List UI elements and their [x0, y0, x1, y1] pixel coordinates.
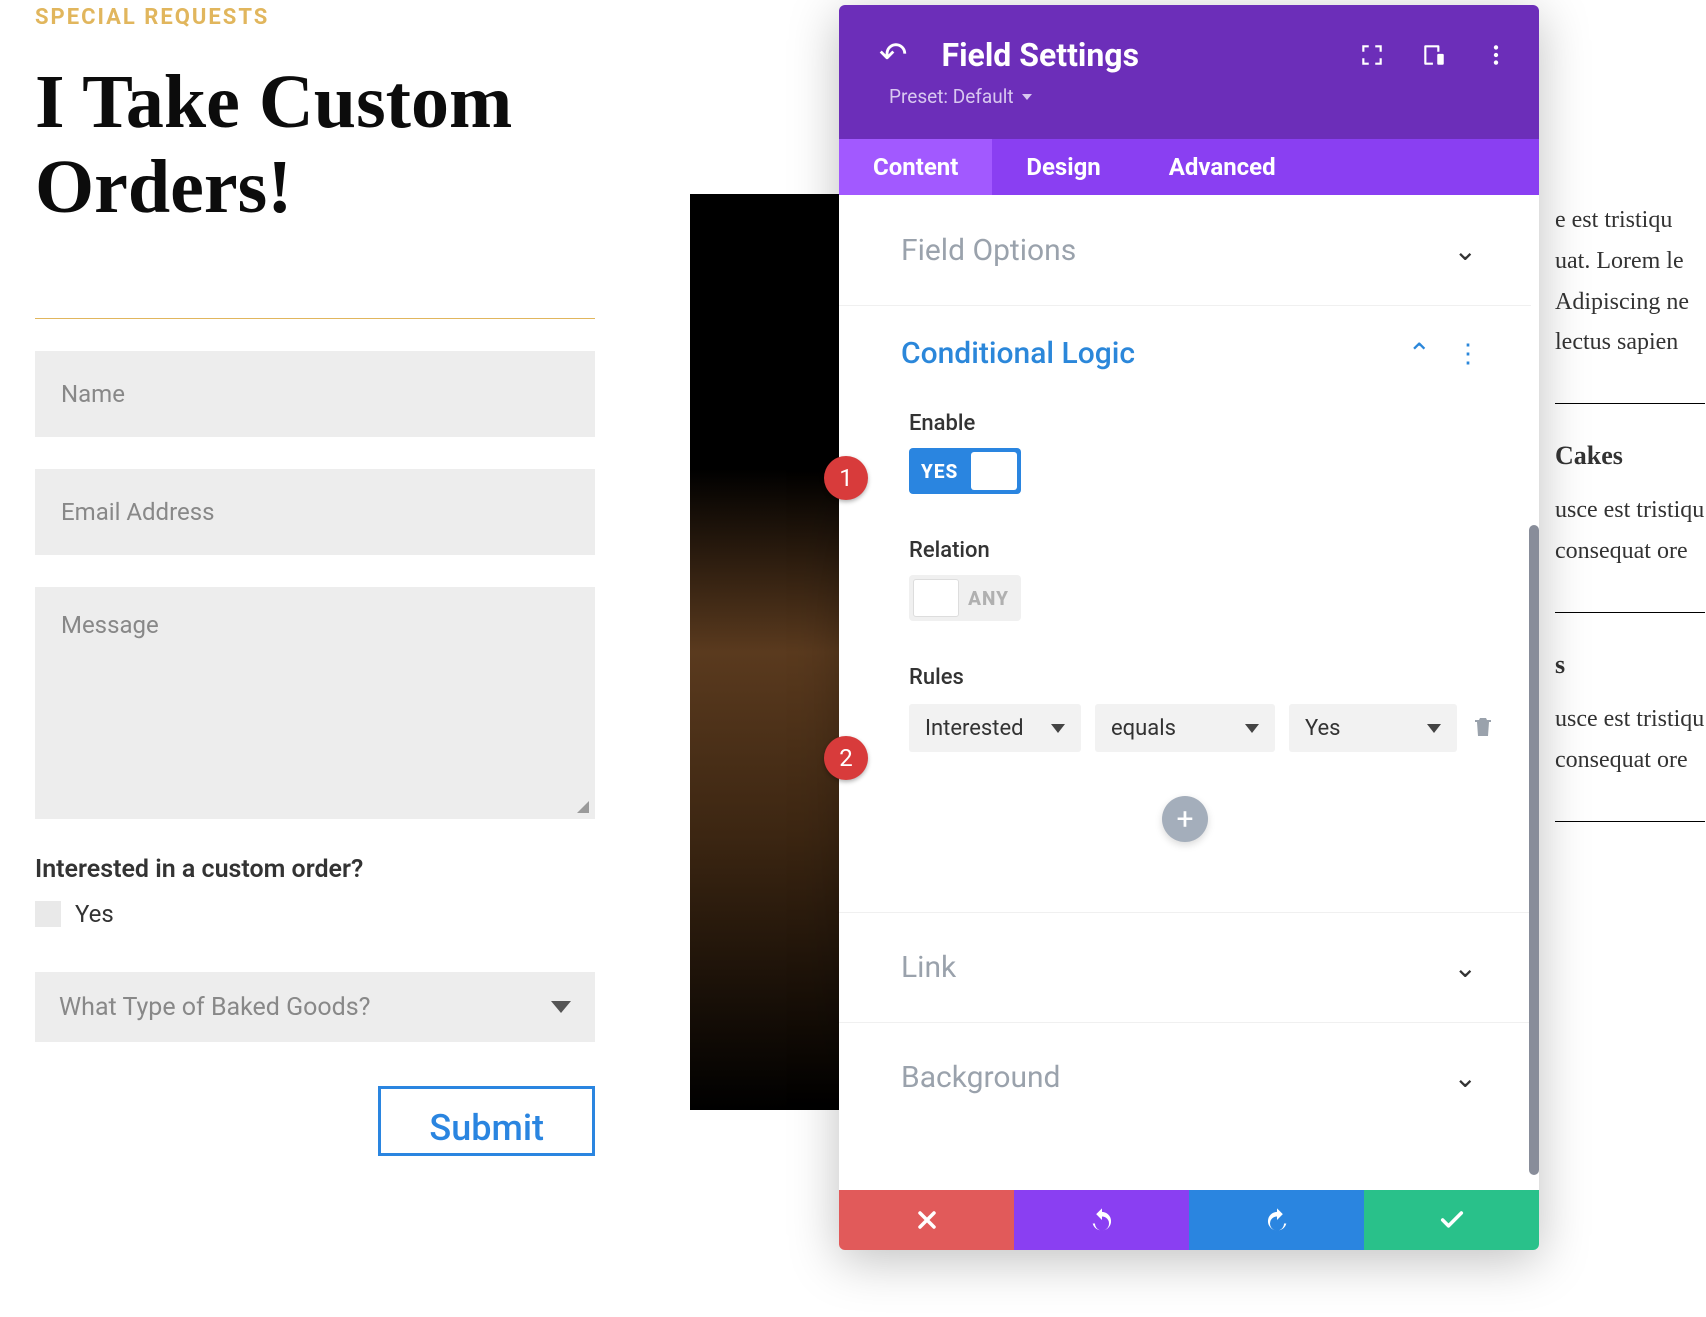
bread-image [690, 194, 850, 1110]
section-field-options[interactable]: Field Options ⌄ [839, 195, 1531, 305]
section-label: Link [901, 950, 956, 985]
toggle-on-text: YES [913, 460, 966, 483]
bg-line: consequat ore [1555, 531, 1705, 572]
submit-area: Submit [35, 1086, 595, 1156]
bg-line: e est tristiqu [1555, 200, 1705, 241]
bg-heading: Cakes [1555, 434, 1705, 478]
submit-button[interactable]: Submit [378, 1086, 595, 1156]
select-placeholder: What Type of Baked Goods? [59, 993, 370, 1022]
rule-row: Interested equals Yes [839, 704, 1531, 752]
callout-badge-2: 2 [824, 736, 868, 780]
rule-field-value: Interested [925, 716, 1024, 741]
chevron-down-icon: ⌄ [1454, 234, 1477, 267]
bg-divider [1555, 821, 1705, 822]
plus-icon: + [1176, 802, 1193, 837]
toggle-off-text: ANY [960, 587, 1017, 610]
undo-icon [1088, 1206, 1116, 1234]
cancel-button[interactable] [839, 1190, 1014, 1250]
custom-order-question: Interested in a custom order? [35, 855, 605, 884]
relation-toggle[interactable]: ANY [909, 575, 1021, 621]
rule-operator-value: equals [1111, 716, 1176, 741]
back-icon[interactable]: ↶ [879, 35, 908, 75]
section-link[interactable]: Link ⌄ [839, 912, 1531, 1022]
modal-title: Field Settings [942, 36, 1360, 74]
rules-label: Rules [839, 665, 1531, 690]
expand-icon[interactable] [1359, 42, 1385, 68]
section-conditional-logic[interactable]: Conditional Logic ⌃ ⋮ [839, 305, 1531, 377]
more-menu-icon[interactable] [1483, 42, 1509, 68]
modal-header: ↶ Field Settings Preset: Default Content… [839, 5, 1539, 195]
resize-grip-icon[interactable] [575, 799, 589, 813]
divider [35, 318, 595, 319]
tab-advanced[interactable]: Advanced [1135, 139, 1310, 195]
redo-button[interactable] [1189, 1190, 1364, 1250]
toggle-knob [971, 452, 1017, 490]
tab-design[interactable]: Design [992, 139, 1134, 195]
undo-button[interactable] [1014, 1190, 1189, 1250]
chevron-down-icon: ⌄ [1454, 1061, 1477, 1094]
close-icon [913, 1206, 941, 1234]
enable-toggle[interactable]: YES [909, 448, 1021, 494]
caret-down-icon [1245, 724, 1259, 733]
rule-value-text: Yes [1305, 716, 1341, 741]
rule-field-select[interactable]: Interested [909, 704, 1081, 752]
background-text: e est tristiqu uat. Lorem le Adipiscing … [1555, 200, 1705, 842]
bg-line: usce est tristiqu [1555, 490, 1705, 531]
toggle-knob [913, 579, 959, 617]
rule-value-select[interactable]: Yes [1289, 704, 1457, 752]
check-icon [1438, 1206, 1466, 1234]
save-button[interactable] [1364, 1190, 1539, 1250]
bg-divider [1555, 612, 1705, 613]
eyebrow-text: SPECIAL REQUESTS [35, 5, 605, 30]
bg-heading: s [1555, 643, 1705, 687]
message-textarea[interactable]: Message [35, 587, 595, 819]
settings-tabs: Content Design Advanced [839, 139, 1539, 195]
chevron-down-icon: ⌄ [1454, 951, 1477, 984]
email-input[interactable]: Email Address [35, 469, 595, 555]
caret-down-icon [1022, 94, 1032, 100]
modal-body: Field Options ⌄ Conditional Logic ⌃ ⋮ En… [839, 195, 1539, 1190]
section-background[interactable]: Background ⌄ [839, 1022, 1531, 1132]
option-yes-label: Yes [75, 900, 114, 928]
message-placeholder: Message [61, 611, 159, 639]
preset-label: Preset: Default [889, 85, 1014, 108]
contact-form: SPECIAL REQUESTS I Take Custom Orders! N… [35, 5, 605, 1156]
section-more-icon[interactable]: ⋮ [1455, 339, 1481, 369]
form-heading: I Take Custom Orders! [35, 60, 605, 230]
responsive-icon[interactable] [1421, 42, 1447, 68]
enable-label: Enable [839, 411, 1531, 436]
bg-line: usce est tristiqu [1555, 699, 1705, 740]
relation-label: Relation [839, 538, 1531, 563]
add-rule-button[interactable]: + [1162, 796, 1208, 842]
preset-selector[interactable]: Preset: Default [839, 75, 1539, 108]
checkbox-yes[interactable] [35, 901, 61, 927]
caret-down-icon [1051, 724, 1065, 733]
delete-rule-icon[interactable] [1471, 715, 1497, 741]
bg-divider [1555, 403, 1705, 404]
option-yes-row[interactable]: Yes [35, 900, 605, 928]
redo-icon [1263, 1206, 1291, 1234]
baked-goods-select[interactable]: What Type of Baked Goods? [35, 972, 595, 1042]
scrollbar[interactable] [1529, 525, 1539, 1175]
field-settings-modal: ↶ Field Settings Preset: Default Content… [839, 5, 1539, 1250]
caret-down-icon [551, 1001, 571, 1013]
bg-line: lectus sapien [1555, 322, 1705, 363]
modal-footer [839, 1190, 1539, 1250]
caret-down-icon [1427, 724, 1441, 733]
bg-line: Adipiscing ne [1555, 282, 1705, 323]
section-label: Background [901, 1060, 1060, 1095]
bg-line: uat. Lorem le [1555, 241, 1705, 282]
chevron-up-icon[interactable]: ⌃ [1408, 337, 1431, 370]
section-label: Field Options [901, 233, 1076, 268]
rule-operator-select[interactable]: equals [1095, 704, 1275, 752]
callout-badge-1: 1 [824, 456, 868, 500]
section-label: Conditional Logic [901, 336, 1135, 371]
name-input[interactable]: Name [35, 351, 595, 437]
tab-content[interactable]: Content [839, 139, 992, 195]
bg-line: consequat ore [1555, 740, 1705, 781]
